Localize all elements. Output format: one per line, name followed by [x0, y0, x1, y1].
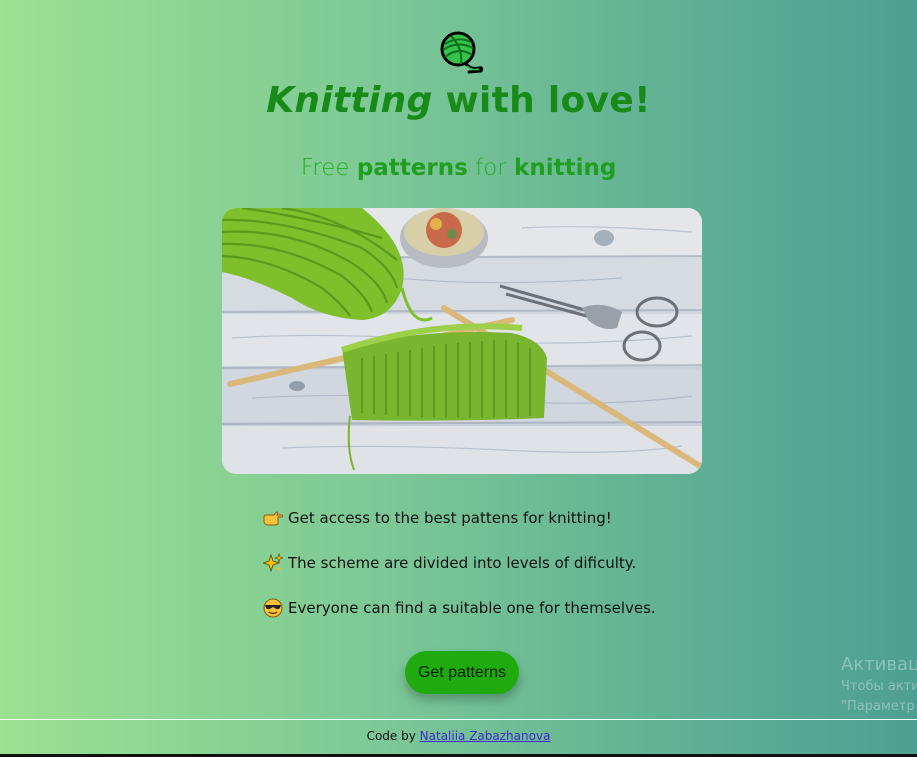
yarn-ball-icon — [439, 30, 485, 76]
feature-item: Get access to the best pattens for knitt… — [263, 508, 656, 528]
feature-list: Get access to the best pattens for knitt… — [261, 508, 656, 643]
subtitle-for: for — [467, 155, 515, 181]
page-title: Knitting with love! — [0, 80, 917, 121]
subtitle-patterns: patterns — [356, 155, 468, 181]
title-italic: Knitting — [266, 80, 433, 121]
sparkles-icon — [261, 553, 284, 573]
get-patterns-button[interactable]: Get patterns — [405, 651, 519, 694]
footer-divider — [0, 719, 917, 720]
footer-prefix: Code by — [366, 729, 420, 743]
feature-text: Get access to the best pattens for knitt… — [288, 509, 612, 527]
subtitle-knitting: knitting — [514, 155, 617, 181]
footer: Code by Nataliia Zabazhanova — [0, 729, 917, 743]
feature-item: Everyone can find a suitable one for the… — [263, 598, 656, 618]
watermark-line-3: "Параметр — [841, 699, 915, 714]
watermark-line-2: Чтобы акти — [841, 679, 917, 694]
activation-watermark: Активац Чтобы акти "Параметр — [841, 653, 917, 717]
subtitle-free: Free — [300, 155, 357, 181]
feature-text: The scheme are divided into levels of di… — [288, 554, 637, 572]
page-subtitle: Free patterns for knitting — [0, 155, 917, 181]
feature-item: The scheme are divided into levels of di… — [261, 553, 656, 573]
hero-image — [222, 208, 702, 474]
watermark-line-1: Активац — [841, 654, 917, 675]
sunglasses-face-icon — [263, 598, 283, 618]
title-rest: with love! — [432, 80, 651, 121]
pointing-hand-icon — [263, 508, 283, 528]
feature-text: Everyone can find a suitable one for the… — [288, 599, 656, 617]
author-link[interactable]: Nataliia Zabazhanova — [420, 729, 551, 743]
